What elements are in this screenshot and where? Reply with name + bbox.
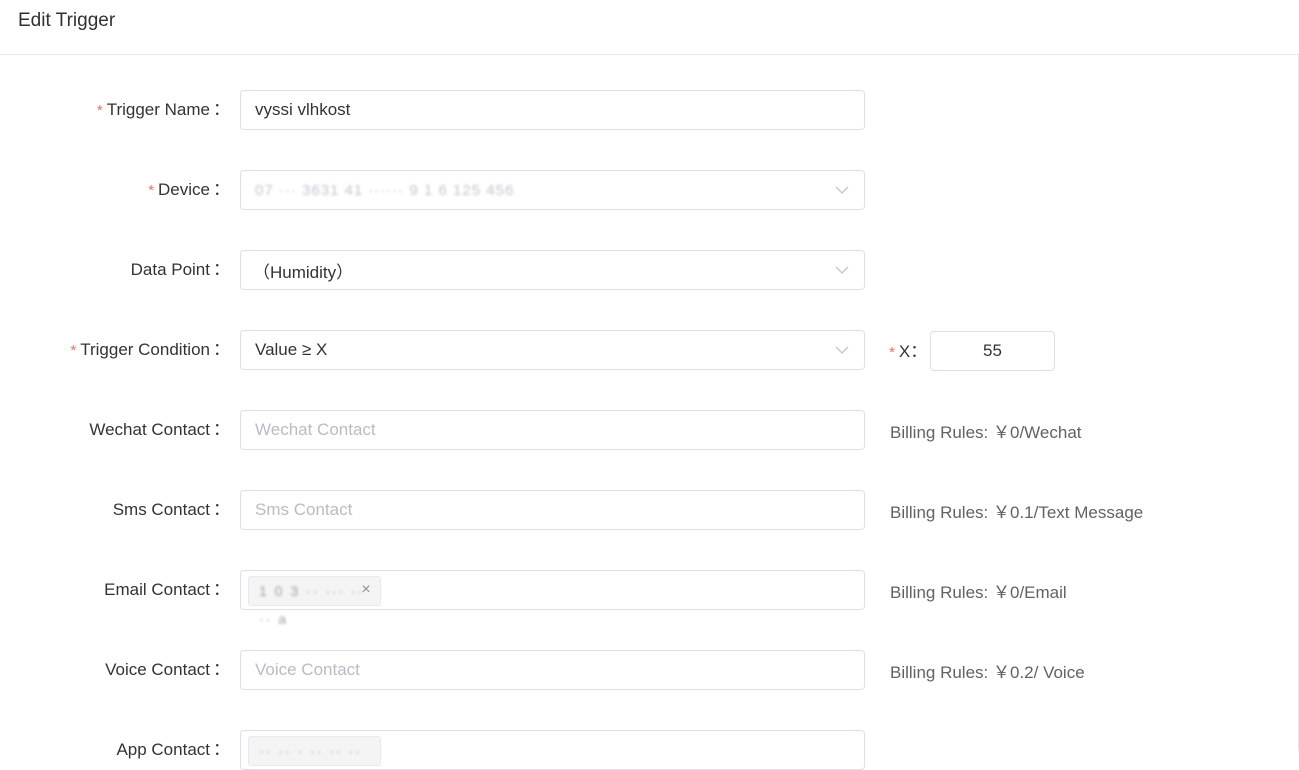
- required-mark: *: [96, 102, 103, 119]
- close-icon[interactable]: ×: [358, 582, 374, 598]
- data-point-value[interactable]: [241, 251, 864, 289]
- email-contact-row: Email Contact： 1 0 3 ·· ··· ·· ·· a × Bi…: [0, 570, 1299, 627]
- app-contact-row: App Contact： ·· ·· · ·· ·· ··: [0, 730, 1299, 770]
- label-colon: ：: [213, 340, 230, 359]
- label-colon: ：: [213, 100, 230, 119]
- required-mark: *: [148, 182, 155, 199]
- sms-contact-label: Sms Contact：: [113, 490, 230, 530]
- sms-contact-row: Sms Contact： Billing Rules: ￥0.1/Text Me…: [0, 490, 1299, 530]
- label-text: Device: [158, 180, 210, 199]
- required-mark: *: [70, 342, 77, 359]
- wechat-contact-field: [240, 410, 865, 450]
- voice-contact-label: Voice Contact：: [105, 650, 230, 690]
- wechat-contact-label: Wechat Contact：: [89, 410, 230, 450]
- device-selected-value: 07 ··· 3631 41 ······ 9 1 6 125 456: [255, 182, 515, 199]
- billing-rules-voice: Billing Rules: ￥0.2/ Voice: [890, 663, 1085, 682]
- app-contact-label: App Contact：: [116, 730, 230, 770]
- label-text: X: [898, 342, 911, 361]
- required-mark: *: [889, 344, 895, 361]
- app-contact-select[interactable]: ·· ·· · ·· ·· ··: [240, 730, 865, 770]
- label-text: Voice Contact: [105, 660, 210, 679]
- email-tag: 1 0 3 ·· ··· ·· ·· a ×: [248, 576, 381, 627]
- label-text: Data Point: [130, 260, 210, 279]
- trigger-name-label: * Trigger Name：: [97, 90, 230, 130]
- label-colon: ：: [213, 180, 230, 199]
- x-field: [930, 331, 1055, 371]
- sms-contact-input[interactable]: [241, 491, 864, 529]
- label-colon: ：: [213, 660, 230, 679]
- label-text: Trigger Condition: [80, 340, 210, 359]
- billing-rules-email: Billing Rules: ￥0/Email: [890, 583, 1067, 602]
- label-colon: ：: [213, 420, 230, 439]
- wechat-contact-row: Wechat Contact： Billing Rules: ￥0/Wechat: [0, 410, 1299, 450]
- billing-rules-wechat: Billing Rules: ￥0/Wechat: [890, 423, 1082, 442]
- sms-contact-field: [240, 490, 865, 530]
- email-contact-label: Email Contact：: [104, 570, 230, 610]
- trigger-name-input[interactable]: [241, 91, 864, 129]
- label-text: Sms Contact: [112, 500, 210, 519]
- label-colon: ：: [213, 260, 230, 279]
- device-row: * Device： 07 ··· 3631 41 ······ 9 1 6 125…: [0, 170, 1299, 210]
- chevron-down-icon: [835, 186, 849, 194]
- device-select[interactable]: 07 ··· 3631 41 ······ 9 1 6 125 456: [240, 170, 865, 210]
- voice-contact-row: Voice Contact： Billing Rules: ￥0.2/ Voic…: [0, 650, 1299, 690]
- label-colon: ：: [213, 500, 230, 519]
- chevron-down-icon: [835, 266, 849, 274]
- data-point-select[interactable]: [240, 250, 865, 290]
- page-title: Edit Trigger: [18, 10, 116, 31]
- app-tag-text: ·· ·· · ·· ·· ··: [259, 743, 362, 759]
- label-colon: ：: [213, 580, 230, 599]
- wechat-contact-input[interactable]: [241, 411, 864, 449]
- chevron-down-icon: [835, 346, 849, 354]
- trigger-condition-select[interactable]: [240, 330, 865, 370]
- label-text: Wechat Contact: [89, 420, 210, 439]
- label-colon: ：: [213, 740, 230, 759]
- label-text: Email Contact: [104, 580, 210, 599]
- device-label: * Device：: [148, 170, 230, 210]
- trigger-condition-row: *Trigger Condition： *X：: [0, 330, 1299, 371]
- billing-rules-sms: Billing Rules: ￥0.1/Text Message: [890, 503, 1144, 522]
- data-point-label: Data Point：: [131, 250, 230, 290]
- x-value-input[interactable]: [931, 332, 1054, 370]
- app-tag: ·· ·· · ·· ·· ··: [248, 736, 381, 766]
- voice-contact-input[interactable]: [241, 651, 864, 689]
- label-text: Trigger Name: [106, 100, 210, 119]
- trigger-name-row: * Trigger Name：: [0, 90, 1299, 130]
- trigger-condition-label: * Trigger Condition：: [70, 330, 230, 370]
- label-colon: ：: [910, 342, 928, 361]
- x-label: * X：: [889, 330, 927, 370]
- trigger-condition-value[interactable]: [241, 331, 864, 369]
- label-text: App Contact: [116, 740, 210, 759]
- data-point-row: Data Point：: [0, 250, 1299, 290]
- dialog-header: Edit Trigger: [0, 0, 1299, 55]
- email-contact-select[interactable]: 1 0 3 ·· ··· ·· ·· a ×: [240, 570, 865, 627]
- voice-contact-field: [240, 650, 865, 690]
- trigger-name-field: [240, 90, 865, 130]
